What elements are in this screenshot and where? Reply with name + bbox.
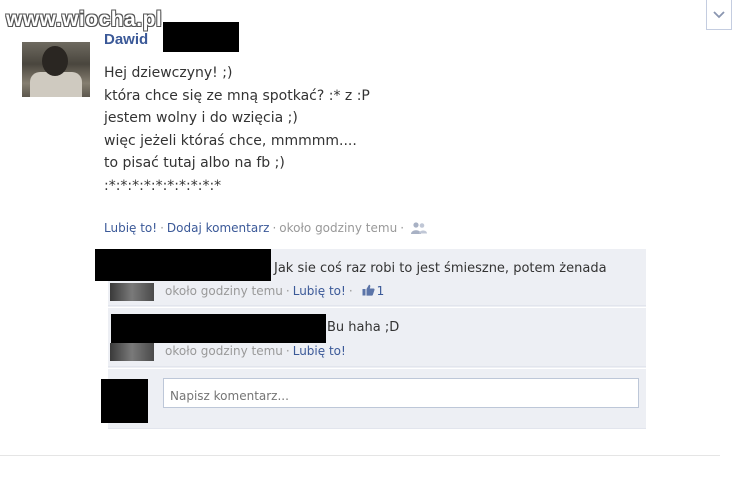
- post-actions: Lubię to! · Dodaj komentarz · około godziny …: [104, 221, 428, 235]
- comment-composer: [101, 368, 646, 429]
- separator: ·: [348, 284, 353, 298]
- message-line: jestem wolny i do wzięcia ;): [104, 110, 298, 127]
- redaction-bar: [111, 314, 326, 343]
- like-link[interactable]: Lubię to!: [104, 221, 157, 235]
- comment-input[interactable]: [163, 378, 639, 408]
- add-comment-link[interactable]: Dodaj komentarz: [167, 221, 270, 235]
- author-avatar[interactable]: [22, 42, 90, 97]
- viewer-avatar: [101, 379, 148, 423]
- chevron-down-icon: [713, 10, 725, 18]
- comment-like-link[interactable]: Lubię to!: [293, 284, 346, 298]
- message-line: :*:*:*:*:*:*:*:*:*:*: [104, 177, 222, 194]
- message-line: Hej dziewczyny! ;): [104, 65, 233, 81]
- comment-item: Jak sie coś raz robi to jest śmieszne, p…: [95, 249, 646, 306]
- message-line: która chce się ze mną spotkać? :* z :P: [104, 87, 370, 104]
- comment-timestamp[interactable]: około godziny temu: [165, 284, 283, 298]
- post-options-button[interactable]: [706, 0, 732, 30]
- separator: ·: [285, 344, 290, 358]
- comment-text: Bu haha ;D: [327, 320, 400, 335]
- separator: ·: [272, 221, 277, 235]
- comment-timestamp[interactable]: około godziny temu: [165, 344, 283, 358]
- watermark-logo: www.wiocha.pl: [6, 8, 163, 31]
- separator: ·: [160, 221, 164, 235]
- post-message: Hej dziewczyny! ;) która chce się ze mną…: [104, 62, 370, 198]
- commenter-avatar[interactable]: [110, 283, 154, 301]
- message-line: więc jeżeli któraś chce, mmmmm....: [104, 132, 357, 149]
- comment-text: Jak sie coś raz robi to jest śmieszne, p…: [274, 261, 607, 276]
- author-name[interactable]: Dawid: [104, 31, 148, 48]
- redaction-bar: [163, 22, 239, 52]
- comment-item: Bu haha ;D około godziny temu · Lubię to!: [108, 307, 646, 367]
- comment-meta: około godziny temu · Lubię to!: [165, 344, 346, 358]
- divider: [0, 455, 720, 456]
- commenter-avatar[interactable]: [110, 343, 154, 361]
- comment-like-link[interactable]: Lubię to!: [293, 344, 346, 358]
- thumbs-up-icon[interactable]: [362, 284, 375, 296]
- avatar-face: [42, 46, 68, 76]
- people-icon[interactable]: [410, 222, 428, 234]
- separator: ·: [400, 221, 405, 235]
- separator: ·: [285, 284, 290, 298]
- comments-section: Jak sie coś raz robi to jest śmieszne, p…: [95, 249, 646, 429]
- post-timestamp[interactable]: około godziny temu: [279, 221, 397, 235]
- comment-meta: około godziny temu · Lubię to! · 1: [165, 284, 384, 298]
- redaction-bar: [95, 249, 271, 281]
- message-line: to pisać tutaj albo na fb ;): [104, 155, 285, 172]
- like-count[interactable]: 1: [377, 284, 385, 298]
